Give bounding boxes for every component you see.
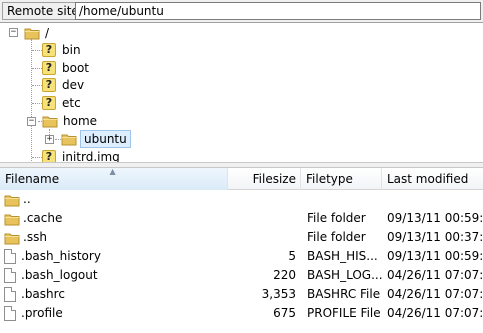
- file-modified: 04/26/11 07:07:...: [387, 287, 483, 301]
- file-size: 675: [273, 306, 296, 320]
- file-name: .bash_history: [21, 249, 101, 263]
- file-icon: [4, 268, 16, 283]
- unknown-status-icon: ?: [42, 150, 56, 162]
- file-type: BASH_HIS...: [307, 249, 378, 263]
- file-list-rows: .. .cache File folder 09/13/11 00:59:...: [0, 190, 483, 323]
- file-size: 220: [273, 268, 296, 282]
- file-name: .ssh: [23, 230, 47, 244]
- file-row-bash-history[interactable]: .bash_history 5 BASH_HIS... 09/13/11 00:…: [0, 247, 483, 266]
- tree-item-label-selected: ubuntu: [80, 130, 131, 148]
- file-name: .profile: [21, 306, 63, 320]
- unknown-status-icon: ?: [42, 61, 56, 75]
- file-modified: 09/13/11 00:59:...: [387, 211, 483, 225]
- remote-site-bar: Remote site: /home/ubuntu: [0, 0, 483, 22]
- file-modified: 04/26/11 07:07:...: [387, 306, 483, 320]
- file-row-bash-logout[interactable]: .bash_logout 220 BASH_LOG... 04/26/11 07…: [0, 266, 483, 285]
- file-modified: [387, 190, 483, 209]
- column-header-filename[interactable]: ▲ Filename: [0, 168, 228, 190]
- column-header-last-modified[interactable]: Last modified: [382, 168, 483, 190]
- unknown-status-icon: ?: [42, 43, 56, 57]
- tree-item-ubuntu[interactable]: ubuntu: [61, 130, 131, 148]
- file-type: BASH_LOG...: [307, 268, 383, 282]
- folder-icon: [4, 195, 20, 206]
- file-type: [307, 190, 383, 209]
- tree-item-label: initrd.img: [62, 150, 120, 162]
- file-modified: 09/13/11 00:59:...: [387, 249, 483, 263]
- collapse-home-toggle[interactable]: −: [27, 117, 36, 126]
- file-size: [228, 209, 296, 228]
- tree-item-initrd[interactable]: ? initrd.img: [42, 148, 122, 162]
- sort-ascending-icon: ▲: [109, 168, 116, 176]
- file-type: PROFILE File: [307, 306, 381, 320]
- tree-item-home[interactable]: home: [42, 112, 99, 130]
- remote-directory-tree[interactable]: − / ? bin ? boot ? dev ? etc − home + ub…: [0, 22, 483, 162]
- unknown-status-icon: ?: [42, 96, 56, 110]
- remote-site-path-input[interactable]: /home/ubuntu: [75, 2, 481, 20]
- expand-ubuntu-toggle[interactable]: +: [45, 135, 54, 144]
- remote-file-list[interactable]: ▲ Filename Filesize Filetype Last modifi…: [0, 168, 483, 333]
- collapse-root-toggle[interactable]: −: [9, 28, 18, 37]
- file-list-header: ▲ Filename Filesize Filetype Last modifi…: [0, 168, 483, 190]
- folder-icon: [4, 233, 20, 244]
- file-modified: 04/26/11 07:07:...: [387, 268, 483, 282]
- tree-item-bin[interactable]: ? bin: [42, 41, 83, 59]
- tree-item-label: home: [63, 114, 98, 128]
- unknown-status-icon: ?: [42, 78, 56, 92]
- tree-item-dev[interactable]: ? dev: [42, 76, 86, 94]
- file-size: [228, 190, 296, 209]
- file-row-cache[interactable]: .cache File folder 09/13/11 00:59:...: [0, 209, 483, 228]
- tree-item-etc[interactable]: ? etc: [42, 94, 83, 112]
- tree-item-label: /: [45, 26, 50, 40]
- file-icon: [4, 249, 16, 264]
- file-row-profile[interactable]: .profile 675 PROFILE File 04/26/11 07:07…: [0, 304, 483, 323]
- file-name: .bash_logout: [21, 268, 98, 282]
- tree-item-boot[interactable]: ? boot: [42, 59, 91, 77]
- column-header-filesize[interactable]: Filesize: [228, 168, 301, 190]
- file-size: 3,353: [261, 287, 296, 301]
- column-header-filetype[interactable]: Filetype: [301, 168, 382, 190]
- tree-item-label: etc: [62, 96, 81, 110]
- tree-item-label: dev: [62, 78, 85, 92]
- file-size: [228, 228, 296, 247]
- file-modified: 09/13/11 00:37:...: [387, 230, 483, 244]
- tree-item-label: boot: [62, 61, 90, 75]
- folder-icon: [61, 134, 77, 146]
- file-name: ..: [23, 192, 31, 206]
- file-type: BASHRC File: [307, 287, 381, 301]
- file-name: .bashrc: [21, 287, 65, 301]
- file-size: 5: [288, 249, 296, 263]
- folder-icon: [42, 116, 58, 128]
- folder-icon: [24, 28, 40, 40]
- file-icon: [4, 287, 16, 302]
- file-type: File folder: [307, 230, 366, 244]
- file-icon: [4, 306, 16, 321]
- folder-icon: [4, 214, 20, 225]
- file-row-parent[interactable]: ..: [0, 190, 483, 209]
- file-row-bashrc[interactable]: .bashrc 3,353 BASHRC File 04/26/11 07:07…: [0, 285, 483, 304]
- tree-item-root[interactable]: /: [24, 24, 51, 42]
- file-type: File folder: [307, 211, 366, 225]
- file-name: .cache: [23, 211, 63, 225]
- file-row-ssh[interactable]: .ssh File folder 09/13/11 00:37:...: [0, 228, 483, 247]
- tree-item-label: bin: [62, 43, 81, 57]
